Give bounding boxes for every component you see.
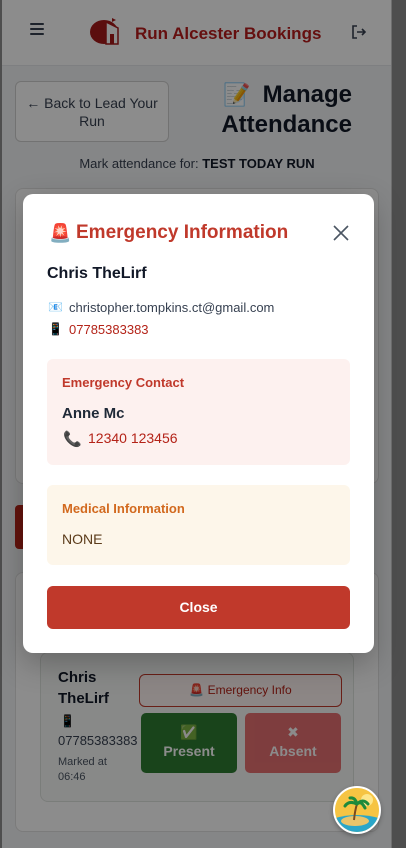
siren-icon: 🚨 <box>49 223 72 243</box>
medical-info-value: NONE <box>62 531 103 547</box>
close-button[interactable]: Close <box>47 586 350 629</box>
palm-island-icon <box>335 788 379 832</box>
telephone-icon: 📞 <box>63 431 82 448</box>
phone-icon: 📱 <box>48 322 63 336</box>
medical-info-heading: Medical Information <box>62 501 185 516</box>
runner-phone[interactable]: 07785383383 <box>69 322 149 337</box>
island-avatar-button[interactable] <box>333 786 381 834</box>
modal-title: Emergency Information <box>76 222 289 243</box>
emergency-contact-name: Anne Mc <box>62 405 125 422</box>
runner-name: Chris TheLirf <box>47 265 147 282</box>
medical-info-section: Medical Information NONE <box>47 485 350 565</box>
emergency-contact-heading: Emergency Contact <box>62 375 185 390</box>
emergency-contact-phone[interactable]: 12340 123456 <box>88 430 178 446</box>
email-icon: 📧 <box>48 300 63 314</box>
emergency-info-modal: 🚨 Emergency Information Chris TheLirf 📧 … <box>23 194 374 653</box>
emergency-contact-section: Emergency Contact Anne Mc 📞 12340 123456 <box>47 359 350 465</box>
runner-email[interactable]: christopher.tompkins.ct@gmail.com <box>69 300 274 315</box>
close-icon[interactable] <box>332 224 350 242</box>
